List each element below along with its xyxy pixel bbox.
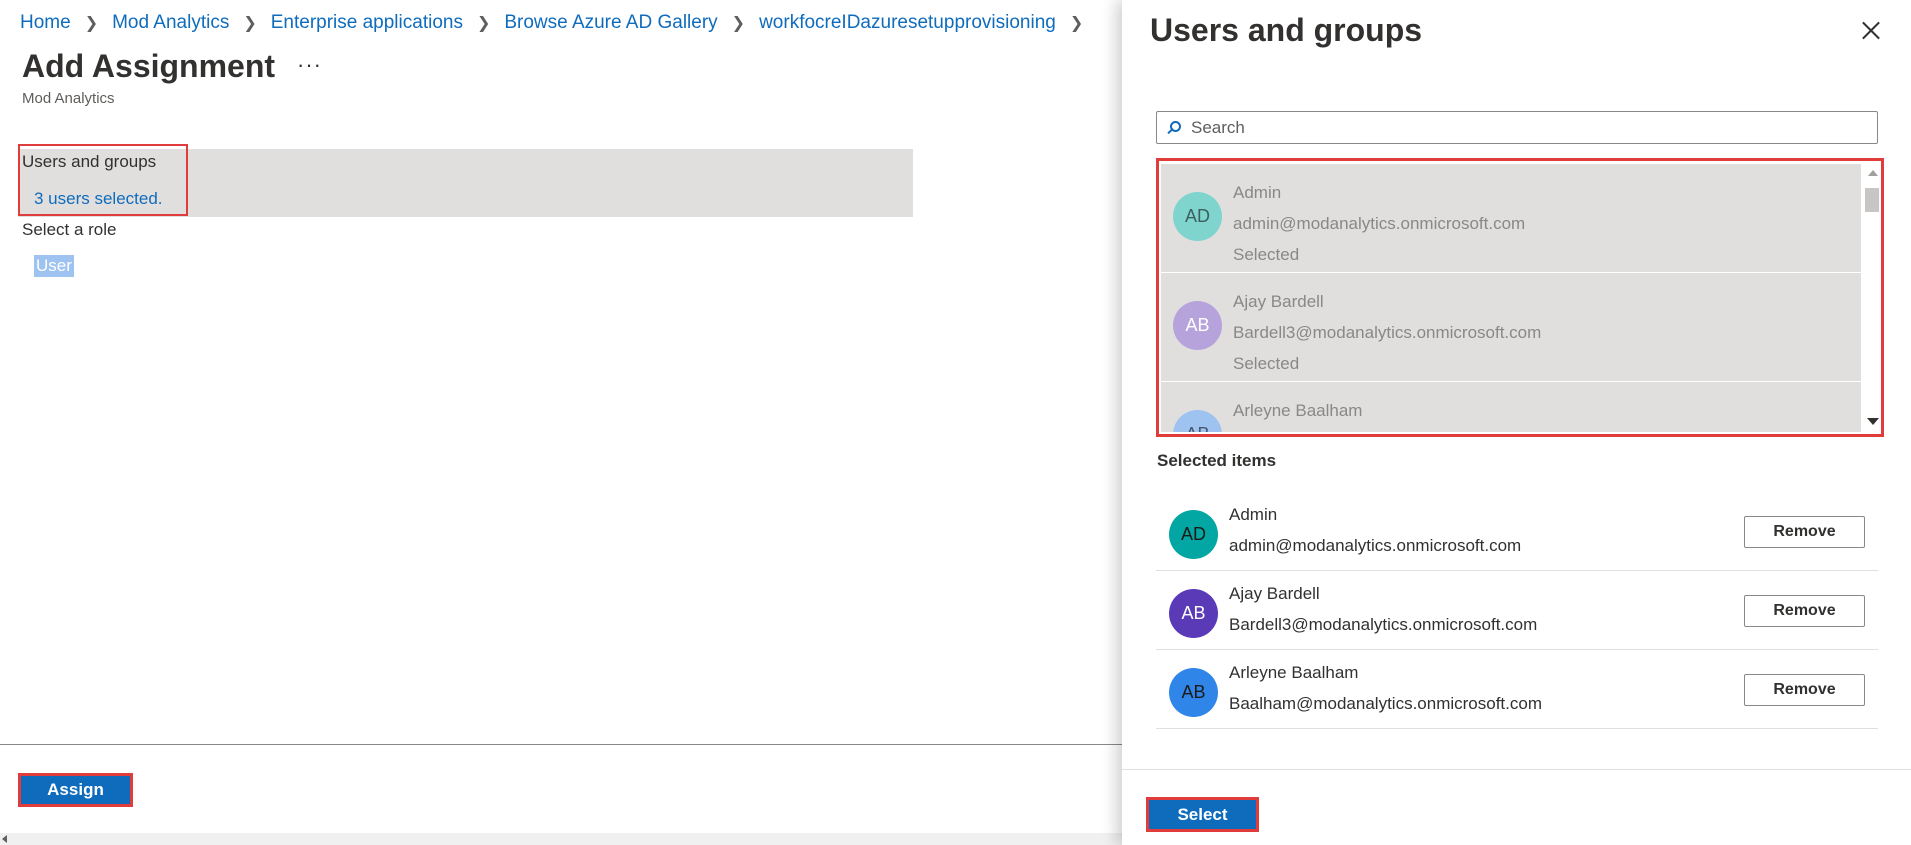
list-scrollbar[interactable]: [1863, 164, 1881, 432]
breadcrumb: Home ❯ Mod Analytics ❯ Enterprise applic…: [20, 12, 1097, 34]
users-groups-panel: Users and groups AD Admin admin@modanaly…: [1122, 0, 1911, 845]
select-role-label: Select a role: [22, 220, 117, 239]
assign-button[interactable]: Assign: [18, 773, 133, 807]
user-name: Ajay Bardell: [1233, 292, 1324, 311]
user-email: Baalham@modanalytics.onmicrosoft.com: [1229, 694, 1542, 713]
user-status: Selected: [1233, 354, 1300, 373]
scroll-thumb[interactable]: [1865, 188, 1879, 212]
selected-item: AB Arleyne Baalham Baalham@modanalytics.…: [1156, 650, 1878, 729]
user-name: Admin: [1229, 505, 1278, 524]
user-name: Arleyne Baalham: [1233, 401, 1363, 420]
selected-item: AB Ajay Bardell Bardell3@modanalytics.on…: [1156, 571, 1878, 650]
panel-title: Users and groups: [1150, 12, 1423, 48]
breadcrumb-home[interactable]: Home: [20, 12, 71, 34]
remove-button[interactable]: Remove: [1744, 516, 1865, 548]
user-email: admin@modanalytics.onmicrosoft.com: [1229, 536, 1522, 555]
user-email: admin@modanalytics.onmicrosoft.com: [1233, 214, 1526, 233]
list-item[interactable]: AD Admin admin@modanalytics.onmicrosoft.…: [1161, 164, 1861, 273]
avatar: AD: [1173, 192, 1222, 241]
users-selected-link[interactable]: 3 users selected.: [34, 189, 163, 209]
chevron-right-icon: ❯: [84, 15, 99, 32]
chevron-right-icon: ❯: [731, 15, 746, 32]
user-list: AD Admin admin@modanalytics.onmicrosoft.…: [1156, 158, 1884, 437]
selected-items-list: AD Admin admin@modanalytics.onmicrosoft.…: [1156, 492, 1878, 729]
chevron-right-icon: ❯: [243, 15, 257, 32]
footer-divider: [0, 744, 1122, 745]
more-options-button[interactable]: ···: [297, 52, 322, 78]
breadcrumb-mod-analytics[interactable]: Mod Analytics: [112, 12, 229, 34]
remove-button[interactable]: Remove: [1744, 674, 1865, 706]
selected-item: AD Admin admin@modanalytics.onmicrosoft.…: [1156, 492, 1878, 571]
user-status: Selected: [1233, 245, 1300, 264]
breadcrumb-browse-gallery[interactable]: Browse Azure AD Gallery: [504, 12, 717, 34]
page-subtitle: Mod Analytics: [22, 90, 115, 107]
avatar: AB: [1169, 668, 1218, 717]
avatar: AB: [1173, 301, 1222, 350]
chevron-right-icon: ❯: [1069, 15, 1084, 32]
scroll-left-icon[interactable]: [2, 835, 7, 843]
remove-button[interactable]: Remove: [1744, 595, 1865, 627]
horizontal-scrollbar[interactable]: [0, 833, 1122, 845]
avatar: AB: [1169, 589, 1218, 638]
search-box[interactable]: [1156, 111, 1878, 144]
avatar: AD: [1169, 510, 1218, 559]
search-icon: [1165, 119, 1183, 137]
user-name: Admin: [1233, 183, 1282, 202]
select-button[interactable]: Select: [1146, 797, 1259, 832]
users-groups-label: Users and groups: [22, 152, 157, 171]
search-input[interactable]: [1191, 117, 1831, 138]
role-value-link[interactable]: User: [34, 255, 74, 277]
avatar: AB: [1173, 410, 1222, 432]
breadcrumb-enterprise-applications[interactable]: Enterprise applications: [271, 12, 463, 34]
close-icon[interactable]: [1856, 16, 1886, 46]
chevron-right-icon: ❯: [476, 15, 491, 32]
user-list-items: AD Admin admin@modanalytics.onmicrosoft.…: [1161, 164, 1861, 432]
user-name: Arleyne Baalham: [1229, 663, 1359, 682]
breadcrumb-app[interactable]: workfocreIDazuresetupprovisioning: [759, 12, 1056, 34]
page-title: Add Assignment: [22, 48, 276, 84]
user-email: Bardell3@modanalytics.onmicrosoft.com: [1233, 323, 1542, 342]
user-name: Ajay Bardell: [1229, 584, 1320, 603]
scroll-up-icon[interactable]: [1868, 170, 1878, 176]
selected-items-heading: Selected items: [1157, 451, 1277, 470]
list-item[interactable]: AB Arleyne Baalham: [1161, 382, 1861, 432]
panel-footer-divider: [1122, 769, 1911, 770]
scroll-down-icon[interactable]: [1867, 418, 1879, 425]
user-email: Bardell3@modanalytics.onmicrosoft.com: [1229, 615, 1538, 634]
list-item[interactable]: AB Ajay Bardell Bardell3@modanalytics.on…: [1161, 273, 1861, 382]
